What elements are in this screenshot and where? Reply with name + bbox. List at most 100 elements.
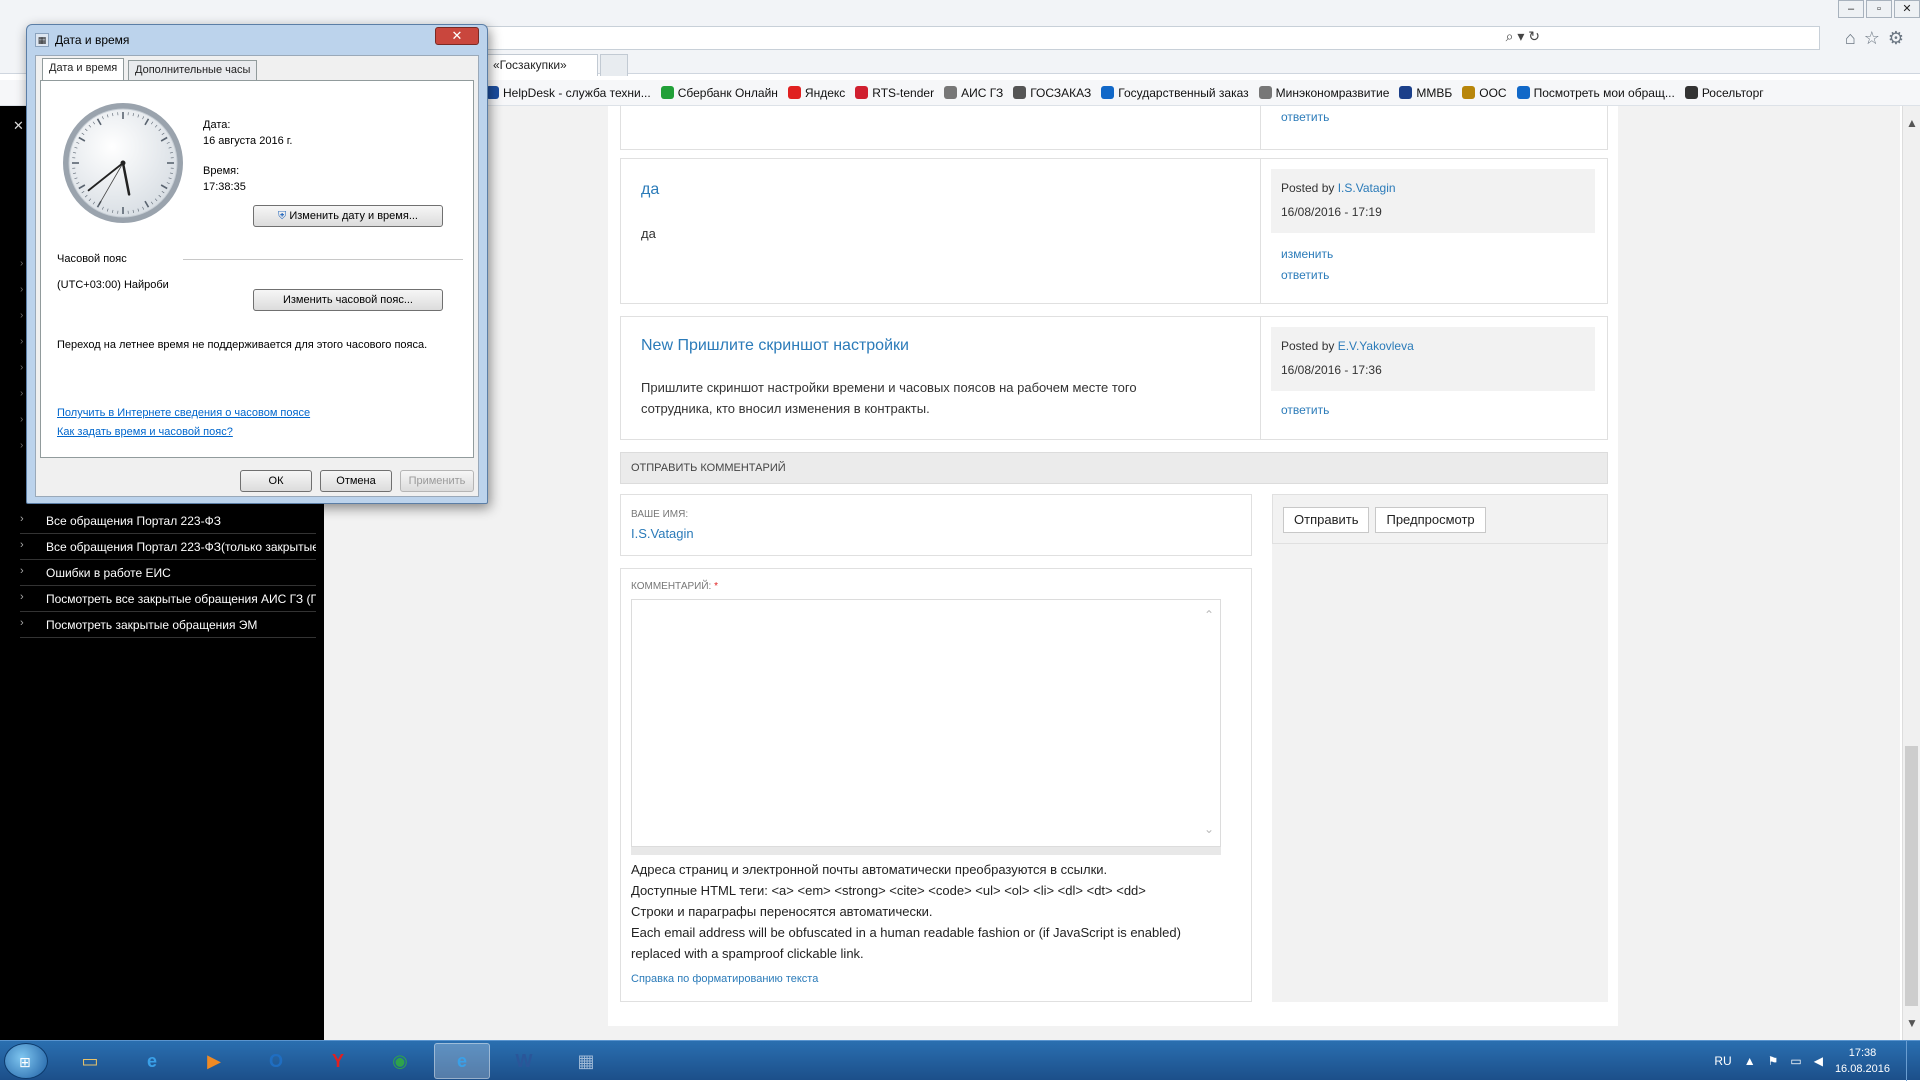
- page-icon: [944, 86, 957, 99]
- close-icon[interactable]: ✕: [1894, 0, 1920, 18]
- sidebar-item[interactable]: ›Все обращения Портал 223-ФЗ(только закр…: [20, 534, 316, 560]
- taskbar-app-chrome[interactable]: ◉: [372, 1043, 428, 1079]
- help-line: Адреса страниц и электронной почты автом…: [631, 859, 1241, 880]
- home-star-gear-icons[interactable]: ⌂☆⚙: [1845, 28, 1912, 49]
- close-icon[interactable]: ✕: [13, 118, 24, 134]
- chevron-right-icon: ›: [20, 591, 24, 603]
- cancel-button[interactable]: Отмена: [320, 470, 392, 492]
- globe-icon: [1101, 86, 1114, 99]
- taskbar-app-explorer[interactable]: ▭: [62, 1043, 118, 1079]
- tray-clock[interactable]: 17:38 16.08.2016: [1835, 1045, 1890, 1077]
- help-text: Адреса страниц и электронной почты автом…: [631, 859, 1241, 964]
- search-refresh-icons[interactable]: ⌕ ▾ ↻: [1506, 28, 1540, 45]
- favorite-label: Росельторг: [1702, 86, 1764, 100]
- scroll-down-icon[interactable]: ▼: [1906, 1016, 1918, 1030]
- taskbar-app-date-time[interactable]: ▦: [558, 1043, 614, 1079]
- taskbar-app-internet-explorer-active[interactable]: e: [434, 1043, 490, 1079]
- change-date-time-button[interactable]: ⛨ Изменить дату и время...: [253, 205, 443, 227]
- favorite-link[interactable]: RTS-tender: [855, 86, 934, 100]
- favorite-link[interactable]: Минэкономразвитие: [1259, 86, 1390, 100]
- calendar-icon: ▦: [577, 1051, 594, 1072]
- favorite-link[interactable]: Яндекс: [788, 86, 845, 100]
- window-controls: – ▫ ✕: [1836, 0, 1920, 18]
- comment-meta: Posted by E.V.Yakovleva 16/08/2016 - 17:…: [1271, 327, 1595, 391]
- favorite-link[interactable]: ММВБ: [1399, 86, 1452, 100]
- favorite-label: Сбербанк Онлайн: [678, 86, 778, 100]
- close-icon[interactable]: ✕: [435, 27, 479, 45]
- name-value[interactable]: I.S.Vatagin: [631, 526, 1241, 541]
- ok-button[interactable]: ОК: [240, 470, 312, 492]
- taskbar-app-word[interactable]: W: [496, 1043, 552, 1079]
- browser-tab[interactable]: «Госзакупки»: [486, 54, 598, 76]
- analog-clock: [61, 101, 185, 225]
- favorite-link[interactable]: Государственный заказ: [1101, 86, 1248, 100]
- reply-link[interactable]: ответить: [1281, 110, 1329, 124]
- sidebar-item[interactable]: ›Ошибки в работе ЕИС: [20, 560, 316, 586]
- ie-icon: e: [457, 1051, 467, 1072]
- reply-link[interactable]: ответить: [1281, 268, 1329, 282]
- network-icon[interactable]: ▭: [1790, 1054, 1801, 1068]
- tab-additional-clocks[interactable]: Дополнительные часы: [128, 60, 257, 80]
- page-icon: [1259, 86, 1272, 99]
- chevron-up-icon[interactable]: ⌃: [1204, 608, 1214, 622]
- yandex-browser-icon: Y: [332, 1051, 344, 1072]
- favorite-link[interactable]: Посмотреть мои обращ...: [1517, 86, 1675, 100]
- edit-link[interactable]: изменить: [1281, 247, 1333, 261]
- format-help-link[interactable]: Справка по форматированию текста: [631, 973, 818, 985]
- timezone-info-link[interactable]: Получить в Интернете сведения о часовом …: [57, 407, 310, 419]
- author-link[interactable]: E.V.Yakovleva: [1338, 339, 1414, 353]
- author-link[interactable]: I.S.Vatagin: [1338, 181, 1396, 195]
- change-timezone-button[interactable]: Изменить часовой пояс...: [253, 289, 443, 311]
- favorite-link[interactable]: Сбербанк Онлайн: [661, 86, 778, 100]
- dialog-body: Дата и время Дополнительные часы Дата:: [35, 55, 479, 497]
- minimize-icon[interactable]: –: [1838, 0, 1864, 18]
- favorite-label: Государственный заказ: [1118, 86, 1248, 100]
- favorite-link[interactable]: АИС ГЗ: [944, 86, 1003, 100]
- start-button[interactable]: ⊞: [4, 1043, 48, 1079]
- yandex-icon: [788, 86, 801, 99]
- language-indicator[interactable]: RU: [1714, 1054, 1731, 1068]
- favorite-link[interactable]: Росельторг: [1685, 86, 1764, 100]
- sidebar-item[interactable]: ›Посмотреть закрытые обращения ЭМ: [20, 612, 316, 638]
- comment-textarea[interactable]: ⌃ ⌄: [631, 599, 1221, 847]
- tray-expand-icon[interactable]: ▲: [1744, 1054, 1756, 1068]
- sidebar-item[interactable]: ›Посмотреть все закрытые обращения АИС Г…: [20, 586, 316, 612]
- submit-button[interactable]: Отправить: [1283, 507, 1369, 533]
- reply-link[interactable]: ответить: [1281, 403, 1329, 417]
- help-line: Строки и параграфы переносятся автоматич…: [631, 901, 1241, 922]
- rts-icon: [855, 86, 868, 99]
- favorite-link[interactable]: HelpDesk - служба техни...: [486, 86, 651, 100]
- shield-icon: ⛨: [278, 210, 286, 222]
- scroll-up-icon[interactable]: ▲: [1906, 116, 1918, 130]
- maximize-icon[interactable]: ▫: [1866, 0, 1892, 18]
- sidebar-item[interactable]: ›Все обращения Портал 223-ФЗ: [20, 508, 316, 534]
- new-tab-button[interactable]: [600, 54, 628, 76]
- taskbar-app-internet-explorer[interactable]: e: [124, 1043, 180, 1079]
- calendar-icon: ▦: [35, 33, 49, 47]
- chevron-down-icon[interactable]: ⌄: [1204, 822, 1214, 836]
- howto-link[interactable]: Как задать время и часовой пояс?: [57, 426, 233, 438]
- tab-date-time[interactable]: Дата и время: [42, 58, 124, 80]
- resize-grip[interactable]: [631, 847, 1221, 855]
- volume-icon[interactable]: ◀: [1814, 1054, 1823, 1068]
- comment-title[interactable]: New Пришлите скриншот настройки: [641, 337, 909, 355]
- taskbar-app-media-player[interactable]: ▶: [186, 1043, 242, 1079]
- taskbar-app-yandex-browser[interactable]: Y: [310, 1043, 366, 1079]
- comment-title[interactable]: да: [641, 181, 659, 199]
- action-center-icon[interactable]: ⚑: [1768, 1054, 1779, 1068]
- show-desktop-button[interactable]: [1906, 1041, 1920, 1081]
- favorite-link[interactable]: ООС: [1462, 86, 1506, 100]
- dialog-titlebar[interactable]: ▦ Дата и время ✕: [27, 25, 487, 53]
- favorite-link[interactable]: ГОСЗАКАЗ: [1013, 86, 1091, 100]
- taskbar-app-outlook[interactable]: O: [248, 1043, 304, 1079]
- scroll-thumb[interactable]: [1905, 746, 1918, 1006]
- preview-button[interactable]: Предпросмотр: [1375, 507, 1485, 533]
- help-line: replaced with a spamproof clickable link…: [631, 943, 1241, 964]
- comment-meta: Posted by I.S.Vatagin 16/08/2016 - 17:19: [1271, 169, 1595, 233]
- windows-logo-icon: ⊞: [19, 1054, 31, 1071]
- word-icon: W: [516, 1051, 533, 1072]
- page-scrollbar[interactable]: ▲ ▼: [1902, 106, 1920, 1040]
- comment: New Пришлите скриншот настройки Пришлите…: [620, 316, 1608, 440]
- tray-date: 16.08.2016: [1835, 1061, 1890, 1077]
- apply-button[interactable]: Применить: [400, 470, 474, 492]
